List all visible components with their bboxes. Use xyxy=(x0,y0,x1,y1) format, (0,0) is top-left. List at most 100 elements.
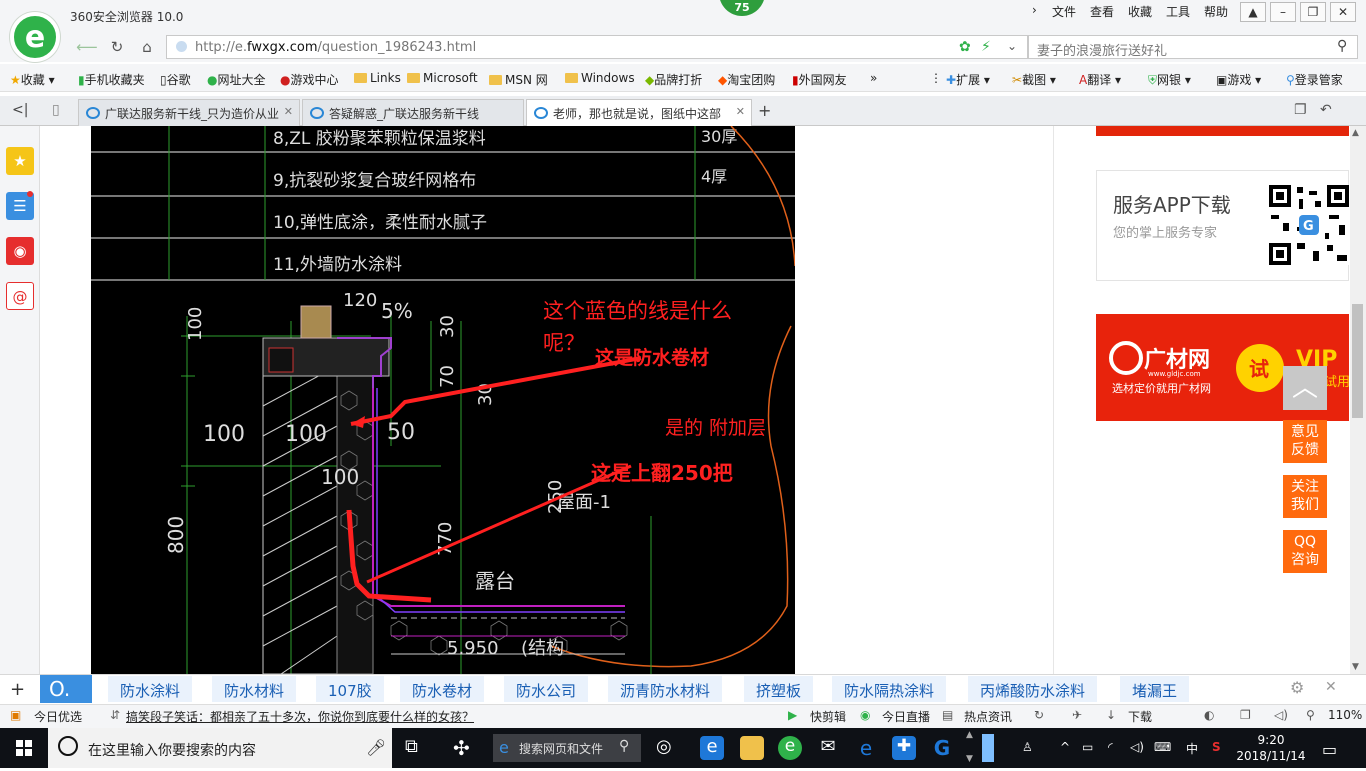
hot-news[interactable]: 热点资讯 xyxy=(964,708,1012,725)
tray-up-icon[interactable]: ▲ xyxy=(966,730,973,740)
360-browser-icon[interactable]: e xyxy=(778,736,802,760)
close-button[interactable]: ✕ xyxy=(1330,2,1356,22)
fav-foreign[interactable]: ▮外国网友 xyxy=(792,71,847,88)
app-plus-icon[interactable]: ✚ xyxy=(892,736,916,760)
favorite-star-icon[interactable]: ★ xyxy=(6,147,34,175)
settings-icon[interactable]: ⚙ xyxy=(1290,678,1304,697)
follow-us-button[interactable]: 关注我们 xyxy=(1283,475,1327,518)
keyword-link[interactable]: 防水公司 xyxy=(504,676,589,702)
tool-translate[interactable]: A翻译 ▾ xyxy=(1079,71,1121,88)
tray-down-icon[interactable]: ▼ xyxy=(966,754,973,764)
fav-msn[interactable]: MSN 网 xyxy=(489,71,548,88)
fav-hao[interactable]: ●网址大全 xyxy=(207,71,266,88)
people-icon[interactable]: ♙ xyxy=(1022,740,1033,754)
keyword-link[interactable]: 防水卷材 xyxy=(400,676,485,702)
top-ad-banner[interactable] xyxy=(1096,126,1349,136)
speed-icon[interactable]: ⚡ xyxy=(981,39,991,55)
more-favs-icon[interactable]: » xyxy=(870,71,877,85)
tool-screenshot[interactable]: ✂截图 ▾ xyxy=(1012,71,1056,88)
task-view-icon[interactable]: ⧉ xyxy=(405,736,429,760)
phone-icon[interactable]: ▯ xyxy=(52,102,60,118)
notification-center-icon[interactable]: ▭ xyxy=(1322,740,1337,759)
new-tab-icon[interactable]: + xyxy=(758,101,771,120)
menu-tools[interactable]: 工具 xyxy=(1166,3,1190,20)
live-stream[interactable]: 今日直播 xyxy=(882,708,930,725)
browser-logo-icon[interactable]: e xyxy=(10,12,60,62)
tool-login[interactable]: ⚲登录管家 xyxy=(1286,71,1343,88)
app-download-card[interactable]: 服务APP下载 您的掌上服务专家 G xyxy=(1096,170,1349,281)
browser-app-icon[interactable]: ◎ xyxy=(656,736,680,760)
browser-icon[interactable]: ◐ xyxy=(1204,708,1214,722)
search-icon[interactable]: ⚲ xyxy=(1337,38,1347,54)
download-link[interactable]: 下载 xyxy=(1128,708,1152,725)
tab-3-active[interactable]: 老师，那也就是说，图纸中这部 ✕ xyxy=(526,99,752,127)
shirt-icon[interactable]: ▲ xyxy=(1240,2,1266,22)
menu-file[interactable]: 文件 xyxy=(1052,3,1076,20)
pin-icon[interactable]: ✈ xyxy=(1072,708,1082,722)
menu-favorites[interactable]: 收藏 xyxy=(1128,3,1152,20)
today-picks[interactable]: 今日优选 xyxy=(34,708,82,725)
fav-games[interactable]: ●游戏中心 xyxy=(280,71,339,88)
tab-2[interactable]: 答疑解惑_广联达服务新干线 xyxy=(302,99,524,126)
taskbar-web-search[interactable]: e 搜索网页和文件 ⚲ xyxy=(493,734,641,762)
tab-back-icon[interactable]: <| xyxy=(12,102,28,118)
scroll-down-icon[interactable]: ▼ xyxy=(1352,662,1359,672)
search-box[interactable]: 妻子的浪漫旅行送好礼 ⚲ xyxy=(1028,35,1358,59)
speed-icon[interactable]: ↻ xyxy=(1034,708,1044,722)
undo-close-icon[interactable]: ↶ xyxy=(1320,102,1332,118)
address-bar[interactable]: http://e.fwxgx.com/question_1986243.html… xyxy=(166,35,1028,59)
tab-1[interactable]: 广联达服务新干线_只为造价从业 ✕ xyxy=(78,99,300,126)
quick-edit[interactable]: 快剪辑 xyxy=(810,708,846,725)
keyboard-icon[interactable]: ⌨ xyxy=(1154,740,1171,754)
glodon-icon[interactable]: G xyxy=(930,736,954,760)
mail-icon[interactable]: @ xyxy=(6,282,34,310)
menu-help[interactable]: 帮助 xyxy=(1204,3,1228,20)
fan-app-icon[interactable]: ✣ xyxy=(453,736,477,760)
wifi-icon[interactable]: ◜ xyxy=(1108,740,1113,754)
qq-consult-button[interactable]: QQ咨询 xyxy=(1283,530,1327,573)
tool-bank[interactable]: ⛨网银 ▾ xyxy=(1148,71,1191,88)
volume-icon[interactable]: ◁) xyxy=(1130,740,1144,754)
close-icon[interactable]: ✕ xyxy=(1325,679,1337,695)
battery-icon[interactable]: ▭ xyxy=(1082,740,1093,754)
system-clock[interactable]: 9:20 2018/11/14 xyxy=(1236,732,1306,764)
fav-collect[interactable]: ★收藏 ▾ xyxy=(10,71,55,88)
fav-mobile[interactable]: ▮手机收藏夹 xyxy=(78,71,145,88)
show-hidden-icon[interactable]: ^ xyxy=(1060,740,1070,754)
back-button[interactable]: ⟵ xyxy=(76,36,98,58)
tabs-list-icon[interactable]: ❐ xyxy=(1294,102,1307,118)
weibo-icon[interactable]: ◉ xyxy=(6,237,34,265)
fav-brand[interactable]: ◆品牌打折 xyxy=(645,71,702,88)
windows-start-button[interactable] xyxy=(0,728,48,768)
taskbar-search-input[interactable]: 在这里输入你要搜索的内容 xyxy=(88,740,256,760)
fav-microsoft[interactable]: Microsoft xyxy=(407,71,478,85)
fav-google[interactable]: ▯谷歌 xyxy=(160,71,191,88)
home-button[interactable]: ⌂ xyxy=(136,36,158,58)
mail-icon[interactable]: ✉ xyxy=(816,736,840,760)
security-icon[interactable]: ✿ xyxy=(959,39,971,55)
fav-taobao[interactable]: ◆淘宝团购 xyxy=(718,71,775,88)
volume-icon[interactable]: ◁) xyxy=(1274,708,1288,722)
minimize-button[interactable]: – xyxy=(1270,2,1296,22)
refresh-button[interactable]: ↻ xyxy=(106,36,128,58)
sogou-icon[interactable]: S xyxy=(1212,740,1221,754)
fav-links[interactable]: Links xyxy=(354,71,401,85)
restore-button[interactable]: ❐ xyxy=(1300,2,1326,22)
tool-extensions[interactable]: ✚扩展 ▾ xyxy=(946,71,990,88)
tool-games[interactable]: ▣游戏 ▾ xyxy=(1216,71,1261,88)
microphone-icon[interactable]: 🎤︎ xyxy=(366,738,386,757)
scrollbar-thumb[interactable] xyxy=(1352,304,1363,418)
window-icon[interactable]: ❐ xyxy=(1240,708,1251,722)
feedback-button[interactable]: 意见反馈 xyxy=(1283,420,1327,463)
search-input[interactable]: 妻子的浪漫旅行送好礼 xyxy=(1037,40,1167,59)
edge-icon[interactable]: e xyxy=(854,736,878,760)
ie-taskbar-icon[interactable]: e xyxy=(700,736,724,760)
keyword-link[interactable]: 挤塑板 xyxy=(744,676,814,702)
keyword-link[interactable]: 沥青防水材料 xyxy=(608,676,723,702)
chevron-right-icon[interactable]: › xyxy=(1032,3,1037,17)
menu-view[interactable]: 查看 xyxy=(1090,3,1114,20)
search-logo-icon[interactable]: O. xyxy=(40,675,92,703)
zoom-level[interactable]: 110% xyxy=(1328,708,1362,722)
keyword-link[interactable]: 防水隔热涂料 xyxy=(832,676,947,702)
keyword-link[interactable]: 防水涂料 xyxy=(108,676,193,702)
